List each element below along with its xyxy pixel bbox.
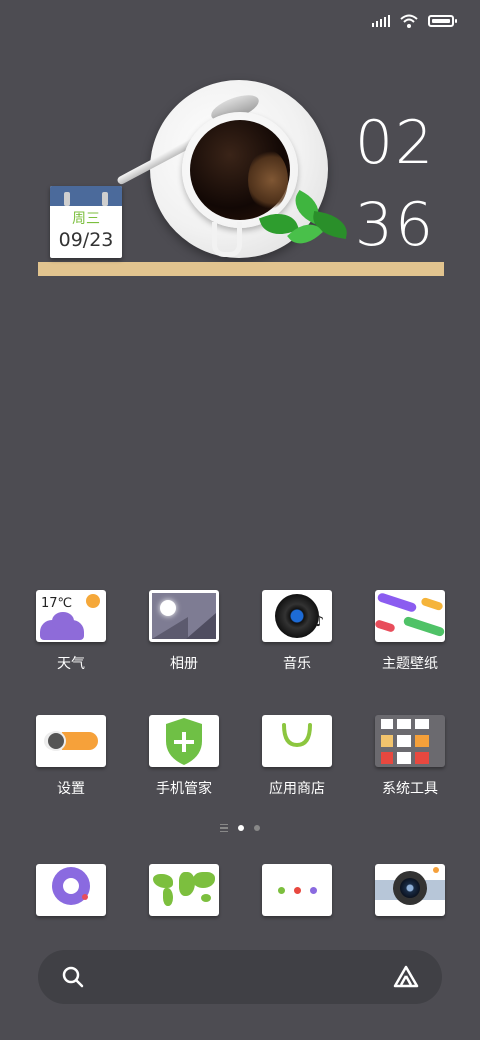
- gallery-icon: [149, 590, 219, 642]
- security-icon: [149, 715, 219, 767]
- search-icon[interactable]: [62, 966, 84, 988]
- search-bar[interactable]: [38, 950, 442, 1004]
- status-bar: [372, 10, 457, 32]
- app-label: 相册: [170, 656, 198, 672]
- app-themes[interactable]: 主题壁纸: [360, 590, 460, 674]
- dock-messages[interactable]: [247, 864, 347, 916]
- app-label: 系统工具: [382, 781, 438, 797]
- music-icon: ♪: [262, 590, 332, 642]
- app-label: 设置: [57, 781, 85, 797]
- app-store-icon: [262, 715, 332, 767]
- date-label: 09/23: [58, 229, 114, 251]
- page-dot[interactable]: [238, 825, 244, 831]
- system-tools-icon: [375, 715, 445, 767]
- app-system-tools[interactable]: 系统工具: [360, 715, 460, 799]
- app-store[interactable]: 应用商店: [247, 715, 347, 799]
- camera-icon: [375, 864, 445, 916]
- coffee-foam-image: [248, 150, 288, 210]
- clock-hour: 02: [354, 108, 436, 178]
- weekday-label: 周三: [72, 211, 100, 227]
- app-settings[interactable]: 设置: [21, 715, 121, 799]
- clock-minute: 36: [354, 190, 436, 260]
- weather-temperature: 17℃: [41, 596, 73, 611]
- dock-camera[interactable]: [360, 864, 460, 916]
- phone-dialer-icon: [36, 864, 106, 916]
- app-label: 音乐: [283, 656, 311, 672]
- battery-icon: [428, 15, 457, 27]
- settings-icon: [36, 715, 106, 767]
- signal-icon: [372, 15, 390, 27]
- app-label: 主题壁纸: [382, 656, 438, 672]
- page-dot[interactable]: [254, 825, 260, 831]
- assistant-icon[interactable]: [392, 964, 420, 990]
- menu-icon[interactable]: [220, 824, 228, 832]
- calendar-widget[interactable]: 周三 09/23: [50, 186, 122, 258]
- app-label: 天气: [57, 656, 85, 672]
- themes-icon: [375, 590, 445, 642]
- wifi-icon: [400, 14, 418, 28]
- cup-handle-image: [212, 222, 242, 257]
- app-label: 应用商店: [269, 781, 325, 797]
- app-gallery[interactable]: 相册: [134, 590, 234, 674]
- shelf: [38, 262, 444, 276]
- messages-icon: [262, 864, 332, 916]
- browser-map-icon: [149, 864, 219, 916]
- page-indicator[interactable]: [0, 824, 480, 832]
- dock-browser[interactable]: [134, 864, 234, 916]
- app-security[interactable]: 手机管家: [134, 715, 234, 799]
- app-label: 手机管家: [156, 781, 212, 797]
- app-weather[interactable]: 17℃ 天气: [21, 590, 121, 674]
- weather-icon: 17℃: [36, 590, 106, 642]
- dock-phone[interactable]: [21, 864, 121, 916]
- app-music[interactable]: ♪ 音乐: [247, 590, 347, 674]
